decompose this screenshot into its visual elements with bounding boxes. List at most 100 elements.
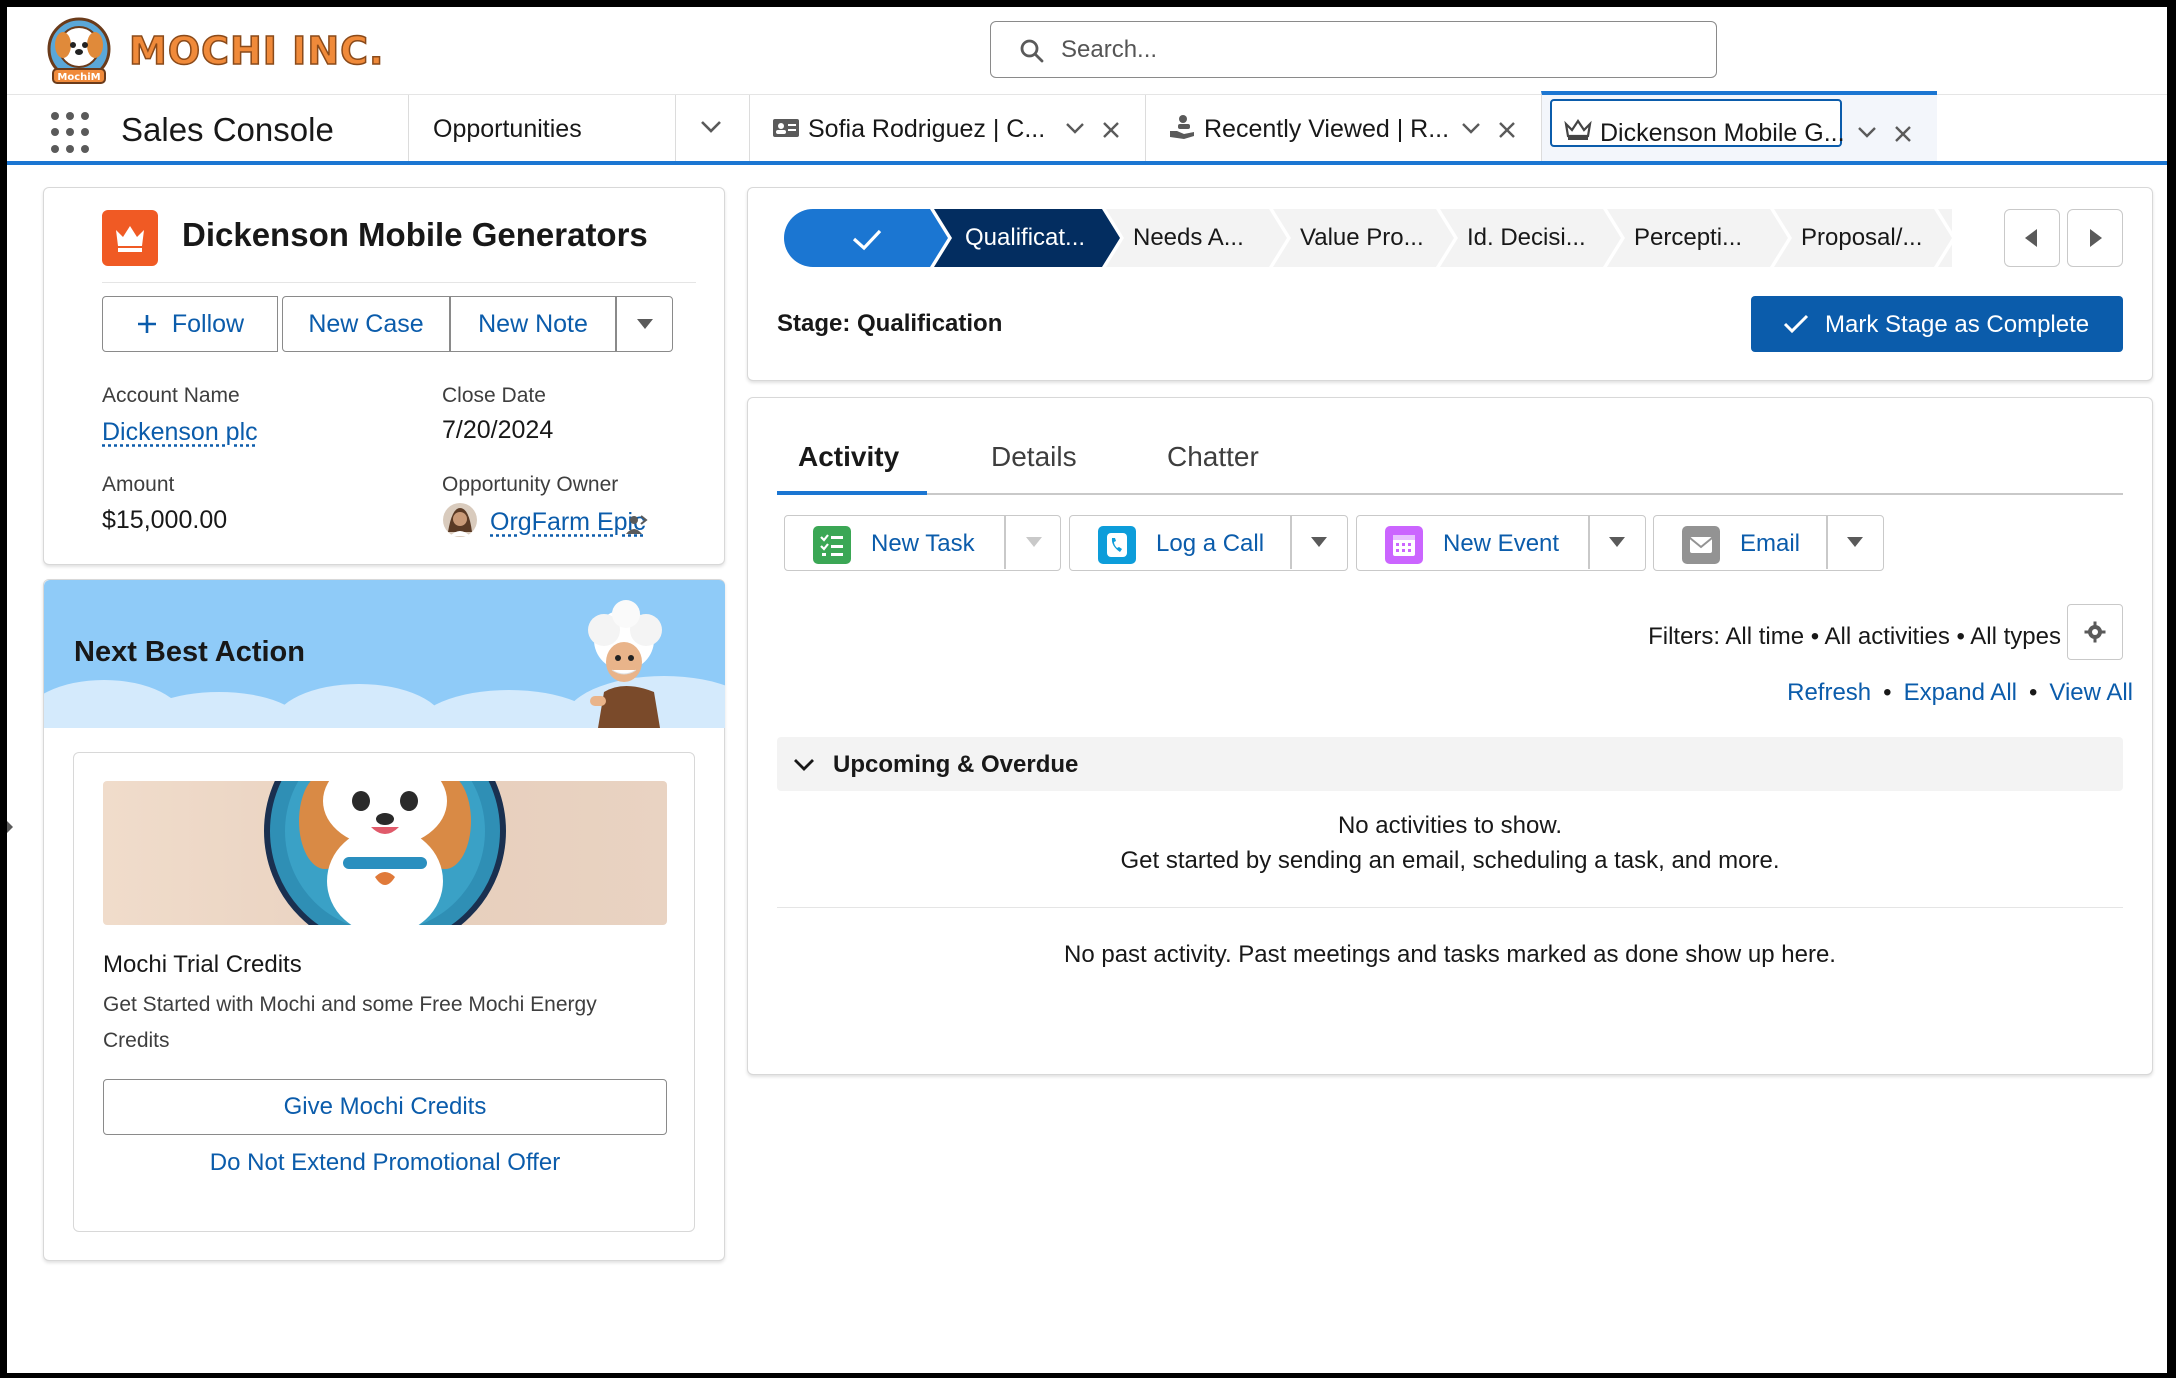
calendar-icon [1385, 526, 1423, 564]
plus-icon [137, 315, 156, 333]
tab-chatter[interactable]: Chatter [1167, 441, 1259, 473]
app-window: MochiM MOCHI INC. Sales Console Opportun… [7, 7, 2167, 1373]
chevron-down-icon[interactable] [1065, 121, 1085, 137]
new-event-button[interactable]: New Event [1443, 530, 1559, 558]
search-input[interactable] [1061, 32, 1681, 68]
path-next-button[interactable] [2067, 209, 2123, 267]
chevron-down-icon [794, 759, 814, 771]
console-nav-bar: Sales Console Opportunities Sofia Rodrig… [7, 91, 2167, 165]
record-action-buttons: Follow New Case New Note [102, 296, 673, 352]
record-tabs: Activity Details Chatter [777, 409, 2123, 495]
section-title: Upcoming & Overdue [833, 751, 1079, 778]
sales-path: Qualificat... Needs A... Value Pro... Id… [784, 209, 1952, 267]
email-icon [1682, 526, 1720, 564]
tab-dickenson-mobile[interactable]: Dickenson Mobile G... [1541, 91, 1937, 161]
check-icon [1783, 314, 1809, 334]
close-icon[interactable] [1498, 121, 1516, 139]
global-header: MochiM MOCHI INC. [7, 7, 2167, 95]
gear-icon [2084, 621, 2106, 643]
path-prev-button[interactable] [2004, 209, 2060, 267]
tab-sofia-rodriguez[interactable]: Sofia Rodriguez | C... [749, 95, 1145, 161]
activity-card [747, 397, 2153, 1075]
tab-recently-viewed[interactable]: Recently Viewed | R... [1145, 95, 1541, 161]
caret-down-icon[interactable] [1608, 536, 1626, 548]
view-all-link[interactable]: View All [2049, 679, 2133, 706]
contact-card-icon [773, 119, 799, 137]
nav-item-label: Opportunities [433, 115, 582, 143]
logo-text: MochiM [57, 72, 100, 83]
email-button[interactable]: Email [1740, 530, 1800, 558]
give-credits-button[interactable]: Give Mochi Credits [103, 1079, 667, 1135]
new-note-label: New Note [478, 309, 588, 338]
opportunity-crown-icon [102, 210, 158, 266]
new-note-button[interactable]: New Note [450, 296, 616, 352]
change-owner-icon[interactable] [624, 512, 648, 536]
empty-state-message: Get started by sending an email, schedul… [1120, 847, 1780, 874]
path-stage-needs-analysis[interactable]: Needs A... [1133, 209, 1244, 267]
caret-down-icon[interactable] [1846, 536, 1864, 548]
mark-stage-complete-button[interactable]: Mark Stage as Complete [1751, 296, 2123, 352]
record-title: Dickenson Mobile Generators [182, 216, 648, 253]
amount-value: $15,000.00 [102, 506, 228, 534]
divider [777, 907, 2123, 908]
current-stage-label: Stage: Qualification [777, 310, 1003, 337]
chevron-down-icon[interactable] [1857, 125, 1877, 141]
phone-icon [1098, 526, 1136, 564]
new-event-button-group: New Event [1356, 515, 1646, 571]
hand-coins-icon [1170, 115, 1194, 139]
email-button-group: Email [1653, 515, 1884, 571]
expand-all-link[interactable]: Expand All [1904, 679, 2017, 706]
panel-expand-handle[interactable] [7, 821, 13, 833]
nba-title: Next Best Action [74, 636, 305, 668]
account-name-link[interactable]: Dickenson plc [102, 418, 258, 447]
decline-offer-link[interactable]: Do Not Extend Promotional Offer [103, 1149, 667, 1177]
caret-down-icon [636, 319, 653, 329]
filter-settings-button[interactable] [2067, 604, 2123, 660]
crown-icon [1564, 119, 1592, 140]
global-search[interactable] [990, 21, 1717, 78]
app-launcher-icon[interactable] [51, 112, 93, 154]
amount-label: Amount [102, 473, 175, 496]
close-icon[interactable] [1102, 121, 1120, 139]
search-icon [1020, 39, 1044, 63]
upcoming-overdue-section[interactable]: Upcoming & Overdue [777, 737, 2123, 791]
more-actions-button[interactable] [616, 296, 673, 352]
mochi-logo[interactable]: MochiM [43, 15, 115, 87]
path-stage-qualification[interactable]: Qualificat... [965, 209, 1085, 267]
path-stage-proposal[interactable]: Proposal/... [1801, 209, 1922, 267]
mochi-promo-image [103, 781, 667, 925]
account-name-label: Account Name [102, 384, 240, 407]
close-icon[interactable] [1894, 125, 1912, 143]
nav-item-opportunities[interactable]: Opportunities [408, 95, 675, 161]
follow-button[interactable]: Follow [102, 296, 278, 352]
new-case-button[interactable]: New Case [282, 296, 450, 352]
record-highlights-card: Dickenson Mobile Generators Follow New C… [43, 187, 725, 565]
mark-stage-label: Mark Stage as Complete [1825, 311, 2090, 338]
follow-label: Follow [171, 309, 245, 338]
offer-title: Mochi Trial Credits [103, 951, 302, 978]
caret-down-icon[interactable] [1025, 536, 1043, 548]
divider [102, 282, 696, 283]
path-stage-value-proposition[interactable]: Value Pro... [1300, 209, 1424, 267]
refresh-link[interactable]: Refresh [1787, 679, 1871, 706]
chevron-down-icon[interactable] [1461, 121, 1481, 137]
nav-menu-dropdown[interactable] [675, 95, 749, 161]
activity-links: Refresh • Expand All • View All [1787, 679, 2133, 706]
activity-filters: Filters: All time • All activities • All… [1648, 623, 2061, 650]
tab-label: Dickenson Mobile G... [1600, 119, 1845, 147]
tab-activity[interactable]: Activity [798, 441, 899, 473]
left-arrow-icon [2025, 229, 2037, 247]
owner-label: Opportunity Owner [442, 473, 619, 496]
log-call-button[interactable]: Log a Call [1156, 530, 1264, 558]
new-task-button[interactable]: New Task [871, 530, 975, 558]
stage-complete-chevron [784, 209, 948, 267]
tab-details[interactable]: Details [991, 441, 1077, 473]
next-best-action-card: Next Best Action Mochi Trial Credits Get… [43, 579, 725, 1261]
caret-down-icon[interactable] [1310, 536, 1328, 548]
path-stage-perception[interactable]: Percepti... [1634, 209, 1742, 267]
avatar [443, 503, 477, 537]
owner-link[interactable]: OrgFarm Epic [490, 508, 646, 537]
offer-description: Get Started with Mochi and some Free Moc… [103, 993, 597, 1052]
path-stage-id-decision[interactable]: Id. Decisi... [1467, 209, 1586, 267]
empty-state-title: No activities to show. [1337, 812, 1563, 839]
